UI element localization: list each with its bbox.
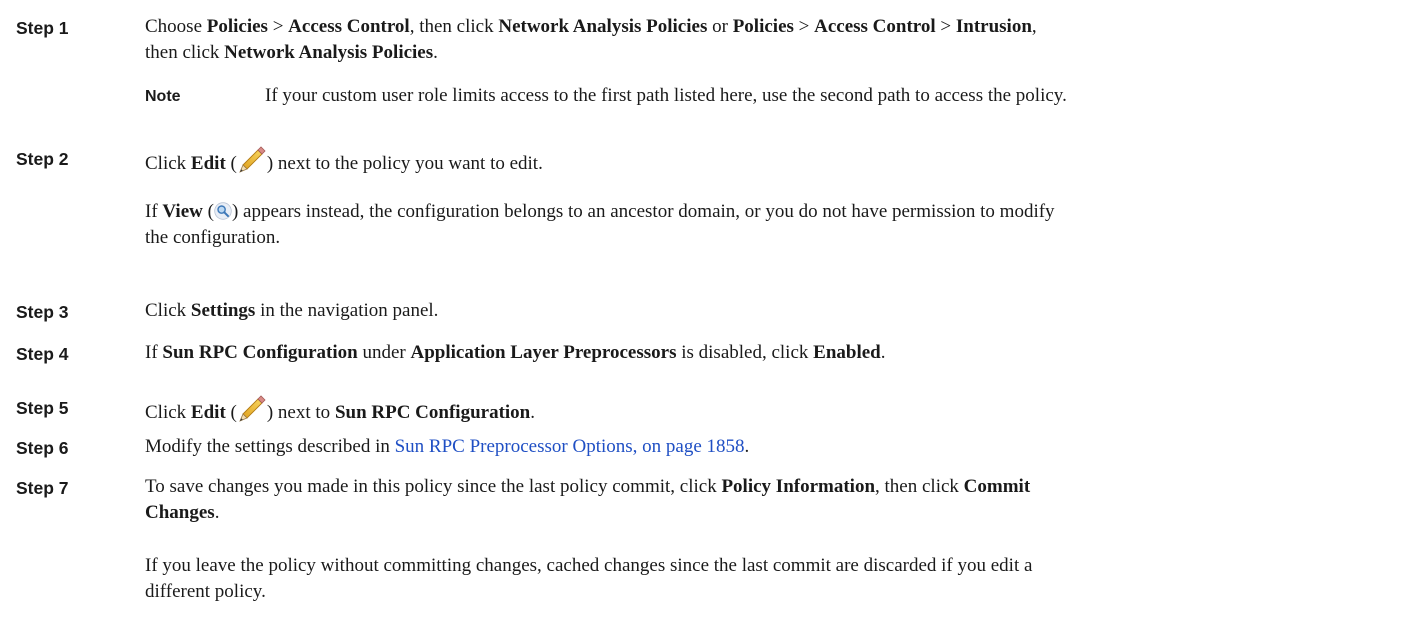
step-1-label: Step 1 (16, 18, 69, 38)
step-2-text: Click Edit ( ) next to the policy you wa… (145, 145, 1410, 177)
step-7-text: To save changes you made in this policy … (145, 476, 1031, 523)
step-7-detail: If you leave the policy without committi… (145, 555, 1033, 602)
note-label: Note (145, 88, 181, 105)
step-3-label: Step 3 (16, 302, 69, 322)
step-4-label: Step 4 (16, 344, 69, 364)
step-2-label: Step 2 (16, 149, 69, 169)
pencil-icon[interactable] (237, 145, 267, 175)
step-7-label: Step 7 (16, 478, 69, 498)
step-4-text: If Sun RPC Configuration under Applicati… (145, 342, 886, 363)
step-3-text: Click Settings in the navigation panel. (145, 300, 439, 321)
magnifier-icon[interactable] (214, 202, 232, 220)
note-text: If your custom user role limits access t… (265, 85, 1067, 106)
step-5-text: Click Edit ( ) next to Sun RPC Configura… (145, 394, 1410, 426)
pencil-icon[interactable] (237, 394, 267, 424)
step-6-label: Step 6 (16, 438, 69, 458)
step-1-text: Choose Policies > Access Control, then c… (145, 16, 1037, 63)
step-5-label: Step 5 (16, 398, 69, 418)
step-2-detail: If View ( ) appears instead, the configu… (145, 201, 1055, 248)
step-6-text: Modify the settings described in Sun RPC… (145, 436, 750, 457)
sun-rpc-options-link[interactable]: Sun RPC Preprocessor Options, on page 18… (395, 436, 745, 457)
